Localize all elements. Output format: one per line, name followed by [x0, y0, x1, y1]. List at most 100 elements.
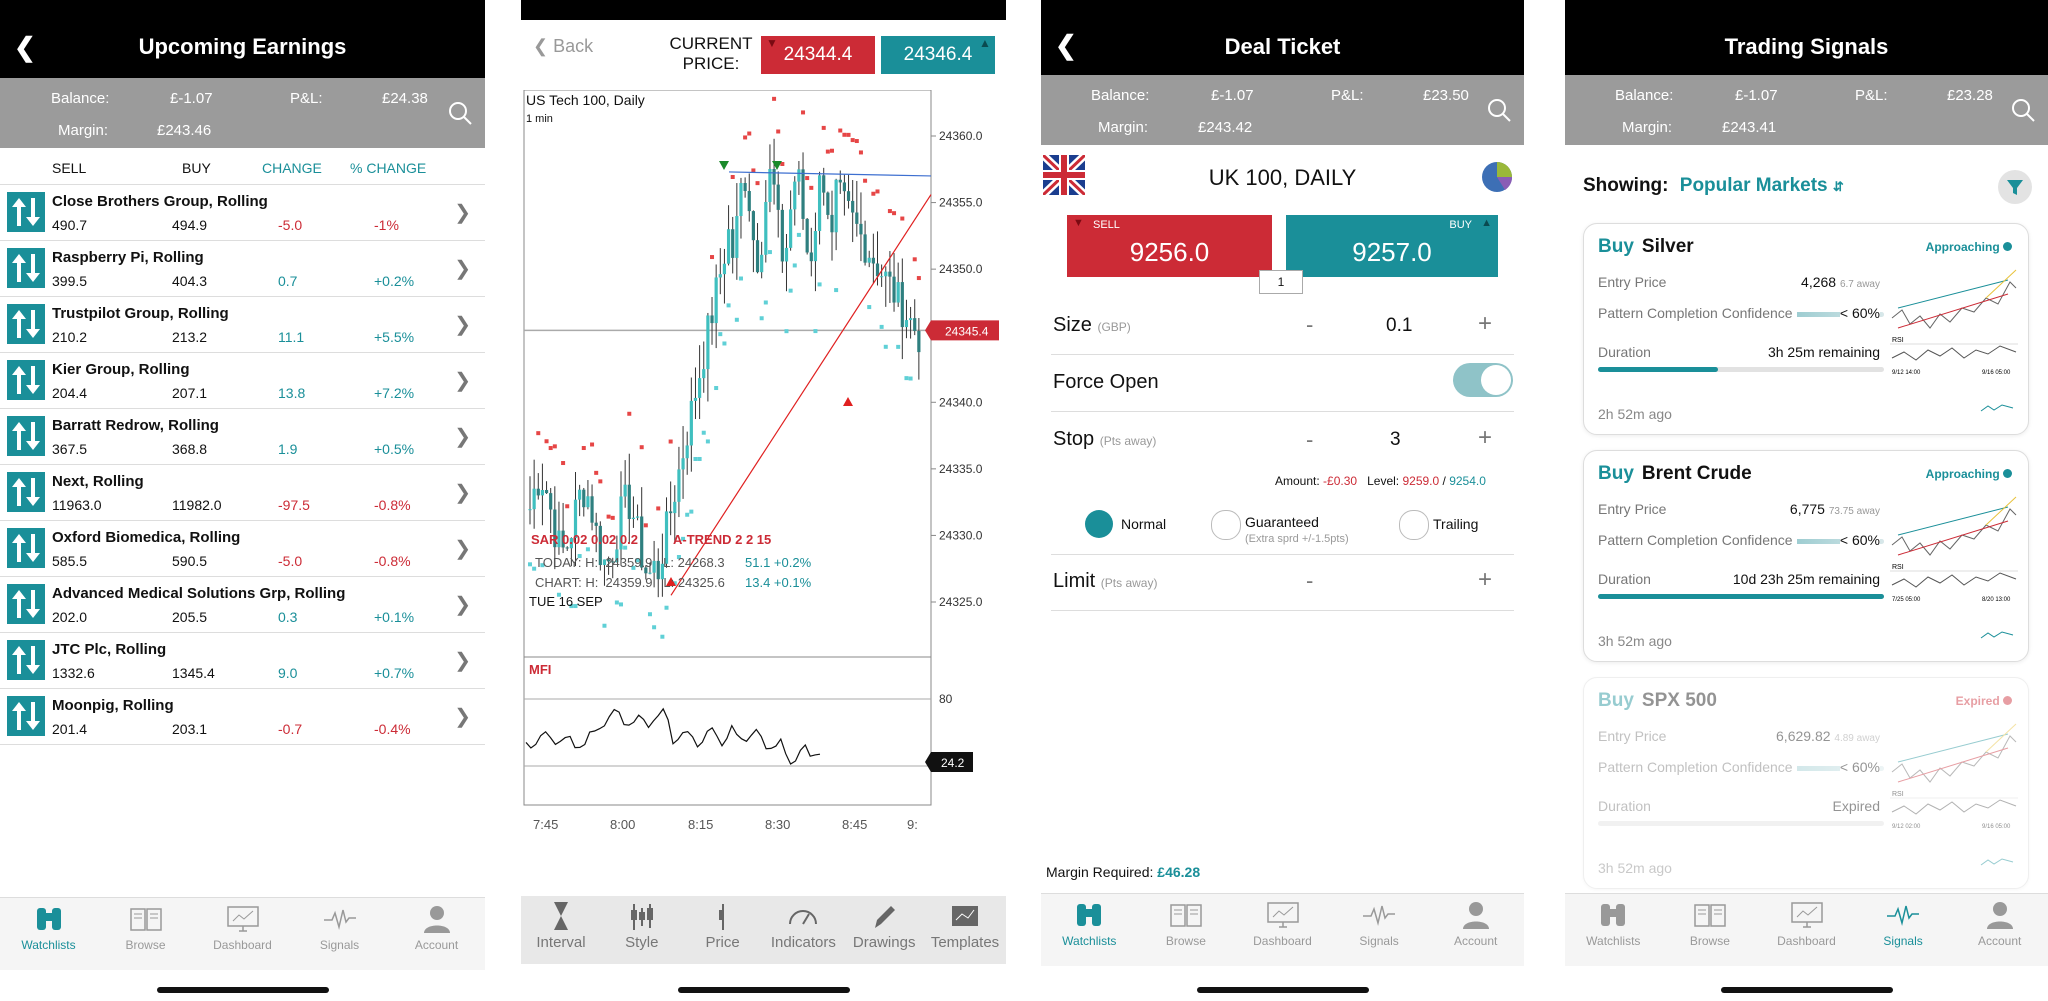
signal-card[interactable]: Buy Brent Crude Approaching Entry Price 6,7… [1583, 450, 2029, 662]
mfi-line [525, 707, 821, 765]
list-item[interactable]: Advanced Medical Solutions Grp, Rolling 2… [0, 576, 485, 633]
trade-arrows-icon[interactable] [7, 528, 45, 568]
trade-arrows-icon[interactable] [7, 304, 45, 344]
tab-browse[interactable]: Browse [1146, 900, 1226, 948]
size-minus-button[interactable]: - [1306, 312, 1313, 338]
tab-dashboard[interactable]: Dashboard [1767, 900, 1847, 948]
candle-body [681, 458, 685, 470]
search-icon[interactable] [1486, 97, 1512, 123]
col-change[interactable]: CHANGE [262, 160, 322, 176]
candle-body [855, 212, 859, 224]
candle-body [590, 496, 594, 523]
tool-templates[interactable]: Templates [925, 900, 1005, 951]
tab-label: Account [1978, 934, 2022, 948]
pie-chart-icon[interactable] [1479, 160, 1515, 194]
trade-arrows-icon[interactable] [7, 472, 45, 512]
sell-value: 204.4 [52, 385, 88, 401]
list-item[interactable]: Barratt Redrow, Rolling 367.5 368.8 1.9 +0.5… [0, 408, 485, 465]
candle-body [743, 183, 747, 192]
stop-minus-button[interactable]: - [1306, 427, 1313, 453]
col-pct-change[interactable]: % CHANGE [350, 160, 426, 176]
buy-price-button[interactable]: 24346.4 [881, 36, 995, 74]
stop-value[interactable]: 3 [1390, 429, 1401, 451]
sell-price-button[interactable]: 24344.4 [761, 36, 875, 74]
tab-account[interactable]: Account [1960, 900, 2040, 948]
tab-browse[interactable]: Browse [1670, 900, 1750, 948]
buy-button[interactable]: BUY ▲ 9257.0 [1286, 215, 1498, 277]
candle-body [677, 469, 681, 502]
tool-price[interactable]: Price [683, 900, 763, 951]
tab-watchlists[interactable]: Watchlists [1049, 900, 1129, 948]
sar-dot [838, 128, 843, 133]
sar-dot [602, 623, 607, 628]
stop-plus-button[interactable]: + [1478, 424, 1492, 452]
candle-body [805, 218, 809, 253]
tab-signals[interactable]: Signals [300, 904, 380, 952]
trade-arrows-icon[interactable] [7, 584, 45, 624]
trade-arrows-icon[interactable] [7, 640, 45, 680]
force-open-toggle[interactable] [1453, 363, 1513, 397]
sar-dot [825, 149, 830, 154]
sell-price: 9256.0 [1129, 237, 1210, 267]
trade-arrows-icon[interactable] [7, 696, 45, 736]
trade-arrows-icon[interactable] [7, 416, 45, 456]
tool-indicators[interactable]: Indicators [763, 900, 843, 951]
candle-body [648, 572, 652, 574]
y-tick-label: 24360.0 [939, 129, 983, 143]
back-button[interactable]: ❮ Back [533, 36, 593, 57]
candle-body [801, 169, 805, 219]
list-item[interactable]: JTC Plc, Rolling 1332.6 1345.4 9.0 +0.7% ❯ [0, 632, 485, 689]
signal-title: Buy SPX 500 [1598, 690, 1717, 711]
list-item[interactable]: Trustpilot Group, Rolling 210.2 213.2 11.1 +… [0, 296, 485, 353]
guaranteed-radio[interactable] [1211, 510, 1241, 540]
tab-watchlists[interactable]: Watchlists [9, 904, 89, 952]
buy-label: BUY [1449, 219, 1472, 231]
trade-arrows-icon[interactable] [7, 360, 45, 400]
limit-plus-button[interactable]: + [1478, 566, 1492, 594]
sell-button[interactable]: ▼ SELL 9256.0 [1067, 215, 1272, 277]
sort-chevron-icon: ⇵ [1832, 179, 1844, 194]
tool-interval[interactable]: Interval [521, 900, 601, 951]
change-value: 13.8 [278, 385, 306, 401]
entry-price-label: Entry Price [1598, 501, 1667, 517]
list-item[interactable]: Raspberry Pi, Rolling 399.5 404.3 0.7 +0.2% ❯ [0, 240, 485, 297]
pct-change-value: +0.5% [374, 441, 415, 457]
pl-value: £23.50 [1423, 87, 1469, 104]
list-item[interactable]: Moonpig, Rolling 201.4 203.1 -0.7 -0.4% ❯ [0, 688, 485, 745]
tab-account[interactable]: Account [397, 904, 477, 952]
divider [1051, 354, 1514, 355]
duration-label: Duration [1598, 571, 1651, 587]
pl-value: £24.38 [382, 90, 428, 107]
list-item[interactable]: Kier Group, Rolling 204.4 207.1 13.8 +7.2% ❯ [0, 352, 485, 409]
trade-arrows-icon[interactable] [7, 248, 45, 288]
tab-signals[interactable]: Signals [1863, 900, 1943, 948]
search-icon[interactable] [447, 100, 473, 126]
candle-body [830, 214, 834, 233]
tool-style[interactable]: Style [602, 900, 682, 951]
signal-card[interactable]: Buy SPX 500 Expired Entry Price 6,629.82 4.… [1583, 677, 2029, 889]
search-icon[interactable] [2010, 97, 2036, 123]
list-item[interactable]: Close Brothers Group, Rolling 490.7 494.9 -… [0, 184, 485, 241]
showing-filter[interactable]: Showing: Popular Markets ⇵ [1583, 175, 1844, 197]
tab-signals[interactable]: Signals [1339, 900, 1419, 948]
filter-button[interactable] [1998, 170, 2032, 204]
tool-drawings[interactable]: Drawings [844, 900, 924, 951]
normal-radio[interactable] [1085, 510, 1113, 538]
price-chart[interactable]: 24360.024355.024350.024345.024340.024335… [521, 90, 1006, 830]
tab-dashboard[interactable]: Dashboard [1243, 900, 1323, 948]
trailing-radio[interactable] [1399, 510, 1429, 540]
tab-account[interactable]: Account [1436, 900, 1516, 948]
list-item[interactable]: Next, Rolling 11963.0 11982.0 -97.5 -0.8% ❯ [0, 464, 485, 521]
size-plus-button[interactable]: + [1478, 310, 1492, 338]
signal-card[interactable]: Buy Silver Approaching Entry Price 4,268 6.… [1583, 223, 2029, 435]
trade-arrows-icon[interactable] [7, 192, 45, 232]
candle-body [540, 490, 545, 496]
size-value[interactable]: 0.1 [1386, 315, 1412, 337]
tool-label: Interval [536, 934, 586, 951]
tab-browse[interactable]: Browse [106, 904, 186, 952]
candle-body [772, 169, 776, 185]
tab-watchlists[interactable]: Watchlists [1573, 900, 1653, 948]
limit-minus-button[interactable]: - [1306, 568, 1313, 594]
tab-dashboard[interactable]: Dashboard [203, 904, 283, 952]
list-item[interactable]: Oxford Biomedica, Rolling 585.5 590.5 -5.0 -… [0, 520, 485, 577]
